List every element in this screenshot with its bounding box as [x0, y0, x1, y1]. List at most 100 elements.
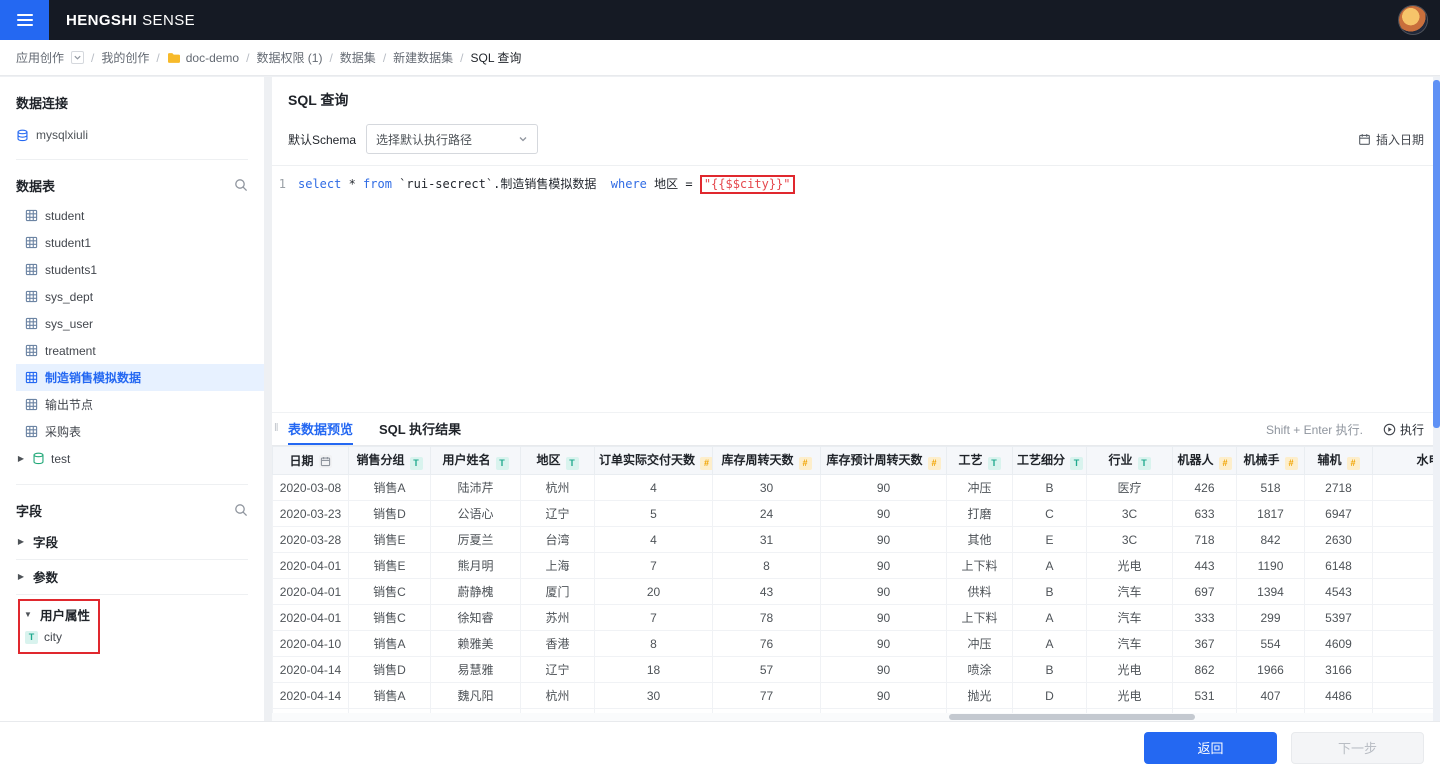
table-cell: 徐知睿 — [431, 605, 521, 631]
resize-handle-icon[interactable]: ‖ — [274, 422, 280, 434]
table-cell: 销售E — [349, 553, 431, 579]
chevron-down-icon: ▼ — [23, 610, 33, 619]
column-header[interactable]: 机械手# — [1237, 447, 1305, 475]
column-header[interactable]: 行业T — [1087, 447, 1173, 475]
vertical-scrollbar-thumb[interactable] — [1433, 80, 1440, 428]
divider — [16, 159, 248, 160]
breadcrumb-item[interactable]: SQL 查询 — [471, 49, 522, 66]
search-icon[interactable] — [234, 178, 248, 192]
table-cell: 1190 — [1237, 553, 1305, 579]
table-cell: 熊月明 — [431, 553, 521, 579]
table-cell: 842 — [1237, 527, 1305, 553]
brand-rest: SENSE — [142, 12, 195, 29]
breadcrumb-item[interactable]: doc-demo — [167, 51, 239, 65]
column-header[interactable]: 地区T — [521, 447, 595, 475]
sidebar-table-item[interactable]: 输出节点 — [16, 391, 264, 418]
column-header[interactable]: 辅机# — [1305, 447, 1373, 475]
back-button[interactable]: 返回 — [1144, 732, 1277, 764]
table-cell: 90 — [821, 579, 947, 605]
sidebar-item-test[interactable]: ▶ test — [16, 445, 264, 472]
sql-code-line: select * from `rui-secrect`.制造销售模拟数据 whe… — [298, 175, 795, 194]
breadcrumb-item[interactable]: 应用创作 — [16, 49, 84, 66]
table-cell: 18 — [595, 657, 713, 683]
chevron-down-icon[interactable] — [71, 51, 84, 64]
table-row: 2020-03-23销售D公语心辽宁52490打磨C3C633181769472 — [273, 501, 1440, 527]
sidebar-table-item[interactable]: treatment — [16, 337, 264, 364]
table-cell: 魏凡阳 — [431, 683, 521, 709]
sql-editor[interactable]: 1 select * from `rui-secrect`.制造销售模拟数据 w… — [272, 165, 1440, 412]
table-row: 2020-03-08销售A陆沛芹杭州43090冲压B医疗42651827182 — [273, 475, 1440, 501]
main-panel: SQL 查询 默认Schema 选择默认执行路径 插入日期 1 select *… — [272, 77, 1440, 721]
table-cell: 2020-03-08 — [273, 475, 349, 501]
table-cell: C — [1013, 501, 1087, 527]
group-fields[interactable]: ▶ 字段 — [0, 525, 264, 557]
column-header[interactable]: 销售分组T — [349, 447, 431, 475]
column-header[interactable]: 库存预计周转天数# — [821, 447, 947, 475]
column-header[interactable]: 水电# — [1373, 447, 1440, 475]
tab-table-preview[interactable]: 表数据预览 — [288, 413, 353, 445]
sidebar-table-item[interactable]: student1 — [16, 229, 264, 256]
sidebar-table-item[interactable]: sys_user — [16, 310, 264, 337]
tab-sql-result[interactable]: SQL 执行结果 — [379, 413, 461, 445]
breadcrumb-item[interactable]: 我的创作 — [101, 49, 149, 66]
sidebar-table-item[interactable]: 采购表 — [16, 418, 264, 445]
column-header[interactable]: 日期 — [273, 447, 349, 475]
table-cell: 518 — [1237, 475, 1305, 501]
breadcrumb-item[interactable]: 数据集 — [340, 49, 376, 66]
column-label: 订单实际交付天数 — [599, 453, 695, 467]
table-cell: D — [1013, 683, 1087, 709]
default-schema-select[interactable]: 选择默认执行路径 — [366, 124, 538, 154]
user-avatar[interactable] — [1399, 6, 1427, 34]
brand-logo: HENGSHI SENSE — [66, 12, 195, 29]
insert-date-button[interactable]: 插入日期 — [1358, 131, 1424, 148]
next-button[interactable]: 下一步 — [1291, 732, 1424, 764]
table-cell: 57 — [713, 657, 821, 683]
sql-token: * — [341, 177, 363, 191]
table-cell: 4 — [595, 475, 713, 501]
breadcrumb-separator: / — [383, 51, 386, 65]
sidebar-item-city[interactable]: T city — [23, 627, 90, 647]
connection-item-mysqlxiuli[interactable]: mysqlxiuli — [0, 123, 264, 147]
breadcrumb-label: 应用创作 — [16, 49, 64, 66]
table-cell: 31 — [713, 527, 821, 553]
column-header[interactable]: 用户姓名T — [431, 447, 521, 475]
sidebar-table-item[interactable]: student — [16, 202, 264, 229]
column-header[interactable]: 工艺细分T — [1013, 447, 1087, 475]
breadcrumb-item[interactable]: 数据权限 (1) — [256, 49, 322, 66]
menu-button[interactable] — [0, 0, 49, 40]
table-cell: 1966 — [1237, 657, 1305, 683]
column-header[interactable]: 订单实际交付天数# — [595, 447, 713, 475]
column-header[interactable]: 机器人# — [1173, 447, 1237, 475]
table-cell: 2020-04-01 — [273, 553, 349, 579]
run-button[interactable]: 执行 — [1383, 421, 1424, 438]
sql-token: 地区 = — [647, 177, 700, 191]
horizontal-scrollbar-thumb[interactable] — [949, 714, 1194, 720]
table-name: 制造销售模拟数据 — [45, 369, 141, 386]
tree-item-label: test — [51, 452, 70, 466]
column-header[interactable]: 库存周转天数# — [713, 447, 821, 475]
table-cell: 易慧雅 — [431, 657, 521, 683]
number-type-icon: # — [799, 457, 812, 470]
table-cell: 上下料 — [947, 553, 1013, 579]
table-cell: 554 — [1237, 631, 1305, 657]
search-icon[interactable] — [234, 503, 248, 517]
sidebar-table-item[interactable]: 制造销售模拟数据 — [16, 364, 264, 391]
table-cell: 531 — [1173, 683, 1237, 709]
column-header[interactable]: 工艺T — [947, 447, 1013, 475]
sidebar-table-item[interactable]: students1 — [16, 256, 264, 283]
group-params[interactable]: ▶ 参数 — [0, 560, 264, 592]
column-label: 工艺细分 — [1017, 453, 1065, 467]
table-cell: 供料 — [947, 579, 1013, 605]
table-cell — [1373, 605, 1440, 631]
sidebar-table-item[interactable]: sys_dept — [16, 283, 264, 310]
hamburger-icon — [17, 14, 33, 16]
table-cell: 7 — [595, 605, 713, 631]
table-row: 2020-04-01销售C徐知睿苏州77890上下料A汽车3332995397 — [273, 605, 1440, 631]
table-cell: 3166 — [1305, 657, 1373, 683]
table-cell: 公语心 — [431, 501, 521, 527]
breadcrumb-item[interactable]: 新建数据集 — [393, 49, 453, 66]
table-grid-icon — [25, 236, 38, 249]
column-label: 销售分组 — [356, 453, 404, 467]
group-user-attrs[interactable]: ▼ 用户属性 — [23, 601, 90, 627]
horizontal-scrollbar[interactable] — [272, 713, 1440, 721]
